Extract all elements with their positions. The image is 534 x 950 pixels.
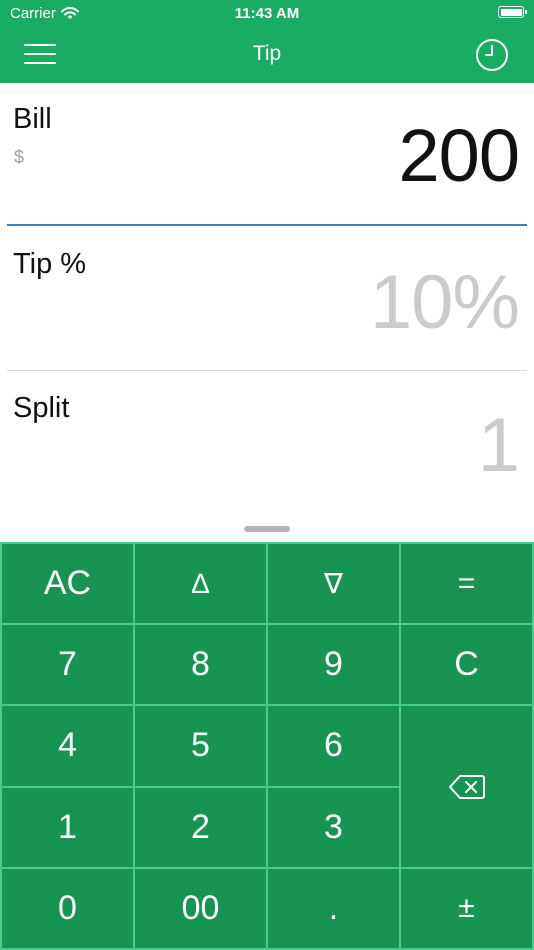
increment-key[interactable]: ∆ (135, 544, 266, 624)
key-4[interactable]: 4 (2, 706, 133, 786)
app-header: Carrier 11:43 AM Tip (0, 0, 534, 83)
backspace-icon (448, 774, 485, 799)
clear-key[interactable]: C (401, 625, 532, 705)
key-2[interactable]: 2 (135, 787, 266, 867)
key-00[interactable]: 00 (135, 868, 266, 948)
bill-field[interactable]: Bill $ 200 (0, 83, 534, 226)
currency-symbol: $ (14, 147, 25, 167)
key-8[interactable]: 8 (135, 625, 266, 705)
status-time: 11:43 AM (234, 5, 300, 22)
split-value[interactable]: 1 (478, 402, 520, 489)
key-9[interactable]: 9 (268, 625, 399, 705)
key-6[interactable]: 6 (268, 706, 399, 786)
key-3[interactable]: 3 (268, 787, 399, 867)
key-7[interactable]: 7 (2, 625, 133, 705)
plus-minus-key[interactable]: ± (401, 868, 532, 948)
key-0[interactable]: 0 (2, 868, 133, 948)
battery-icon (498, 6, 527, 18)
bill-value[interactable]: 200 (399, 113, 520, 198)
tip-value[interactable]: 10% (370, 259, 520, 346)
split-label: Split (13, 392, 70, 424)
backspace-key[interactable] (401, 706, 532, 867)
clock-icon[interactable] (474, 37, 510, 73)
all-clear-key[interactable]: AC (2, 544, 133, 624)
nav-title: Tip (252, 42, 282, 65)
key-1[interactable]: 1 (2, 787, 133, 867)
tip-label: Tip % (13, 248, 87, 280)
bill-label: Bill (13, 103, 52, 135)
tip-field[interactable]: Tip % 10% (0, 226, 534, 371)
keypad: AC ∆ ∇ = 7 8 9 C 4 5 6 1 2 3 0 00 . ± (0, 542, 534, 950)
key-5[interactable]: 5 (135, 706, 266, 786)
decimal-key[interactable]: . (268, 868, 399, 948)
split-field[interactable]: Split 1 (0, 372, 534, 542)
keypad-drag-handle[interactable] (244, 526, 290, 532)
hamburger-menu-icon[interactable] (24, 42, 58, 66)
divider (7, 370, 527, 371)
decrement-key[interactable]: ∇ (268, 544, 399, 624)
equals-key[interactable]: = (401, 544, 532, 624)
